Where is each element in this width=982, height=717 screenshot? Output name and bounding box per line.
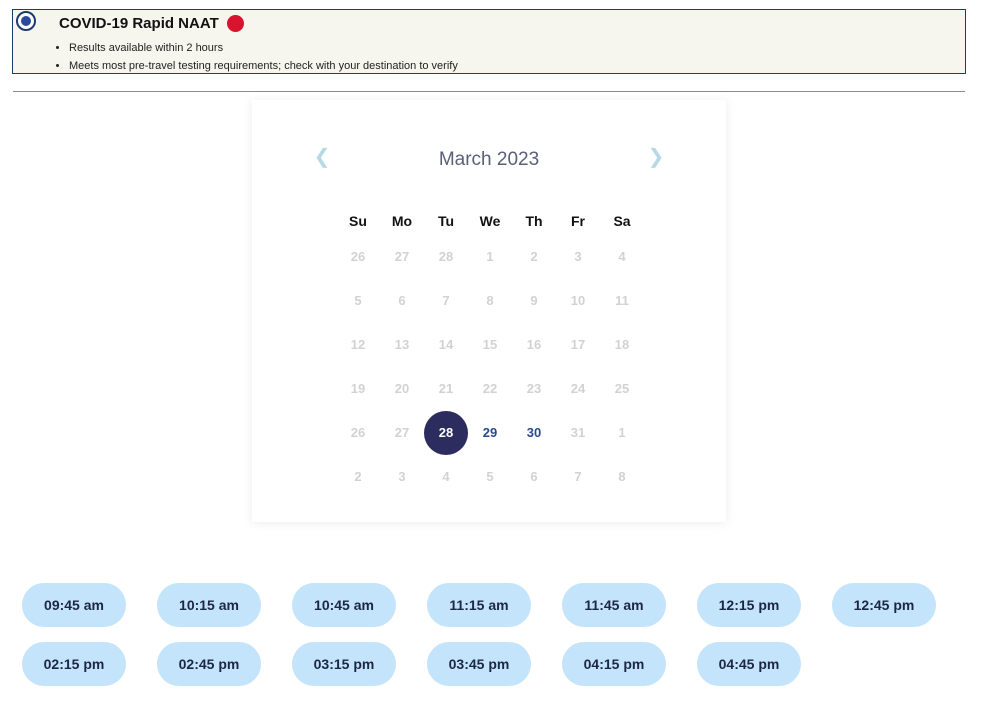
calendar-day-selected[interactable]: 28 — [424, 411, 468, 455]
time-slot-button[interactable]: 10:15 am — [157, 583, 261, 627]
calendar-day: 3 — [398, 469, 406, 484]
test-option-details: Results available within 2 hours Meets m… — [51, 39, 458, 75]
calendar-day: 6 — [398, 293, 406, 308]
calendar-day: 13 — [394, 337, 410, 352]
radio-selected-dot — [21, 16, 31, 26]
calendar-day: 27 — [394, 425, 410, 440]
calendar-day: 21 — [438, 381, 454, 396]
time-slot-button[interactable]: 09:45 am — [22, 583, 126, 627]
calendar-day: 27 — [394, 249, 410, 264]
detail-item: Meets most pre-travel testing requiremen… — [69, 57, 458, 75]
calendar-day: 5 — [354, 293, 362, 308]
calendar-day: 4 — [618, 249, 626, 264]
time-slot-button[interactable]: 11:15 am — [427, 583, 531, 627]
test-option-title: COVID-19 Rapid NAAT — [59, 15, 219, 32]
test-option-radio[interactable] — [16, 11, 36, 31]
calendar-day: 14 — [438, 337, 454, 352]
calendar-day: 24 — [570, 381, 586, 396]
time-slot-button[interactable]: 04:15 pm — [562, 642, 666, 686]
calendar-day: 12 — [350, 337, 366, 352]
time-slot-button[interactable]: 03:15 pm — [292, 642, 396, 686]
calendar-day: 2 — [530, 249, 538, 264]
calendar-day: 15 — [482, 337, 498, 352]
detail-item: Results available within 2 hours — [69, 39, 458, 57]
calendar-day: 10 — [570, 293, 586, 308]
calendar-day: 28 — [438, 249, 454, 264]
calendar-day[interactable]: 30 — [512, 411, 556, 455]
calendar-day: 2 — [354, 469, 362, 484]
calendar-day: 26 — [350, 249, 366, 264]
calendar-day: 1 — [486, 249, 494, 264]
test-option-card[interactable]: COVID-19 Rapid NAAT Results available wi… — [12, 9, 966, 74]
calendar-day: 16 — [526, 337, 542, 352]
calendar-day: 3 — [574, 249, 582, 264]
calendar-day: 4 — [442, 469, 450, 484]
calendar-day: 1 — [618, 425, 626, 440]
time-slot-button[interactable]: 04:45 pm — [697, 642, 801, 686]
calendar-day: 9 — [530, 293, 538, 308]
calendar-day: 25 — [614, 381, 630, 396]
section-divider — [13, 91, 965, 92]
chevron-right-icon[interactable]: ❯ — [644, 145, 668, 169]
calendar-day: 31 — [570, 425, 586, 440]
calendar-day: 19 — [350, 381, 366, 396]
calendar-day: 6 — [530, 469, 538, 484]
calendar-day[interactable]: 29 — [468, 411, 512, 455]
time-slot-button[interactable]: 12:45 pm — [832, 583, 936, 627]
date-picker-calendar: ❮ March 2023 ❯ Su Mo Tu We Th Fr Sa 26 27 28 1 2 3 4 5… — [252, 100, 726, 522]
calendar-day: 17 — [570, 337, 586, 352]
calendar-day: 8 — [486, 293, 494, 308]
calendar-day: 7 — [442, 293, 450, 308]
calendar-day: 18 — [614, 337, 630, 352]
calendar-day: 11 — [615, 293, 629, 308]
calendar-day: 26 — [350, 425, 366, 440]
calendar-day: 5 — [486, 469, 494, 484]
time-slot-button[interactable]: 02:45 pm — [157, 642, 261, 686]
calendar-day: 23 — [526, 381, 542, 396]
time-slot-button[interactable]: 10:45 am — [292, 583, 396, 627]
calendar-day: 7 — [574, 469, 582, 484]
time-slot-button[interactable]: 03:45 pm — [427, 642, 531, 686]
time-slot-button[interactable]: 11:45 am — [562, 583, 666, 627]
calendar-day: 22 — [482, 381, 498, 396]
calendar-day: 8 — [618, 469, 626, 484]
status-dot-icon — [227, 15, 244, 32]
time-slot-button[interactable]: 02:15 pm — [22, 642, 126, 686]
time-slot-button[interactable]: 12:15 pm — [697, 583, 801, 627]
calendar-day: 20 — [394, 381, 410, 396]
